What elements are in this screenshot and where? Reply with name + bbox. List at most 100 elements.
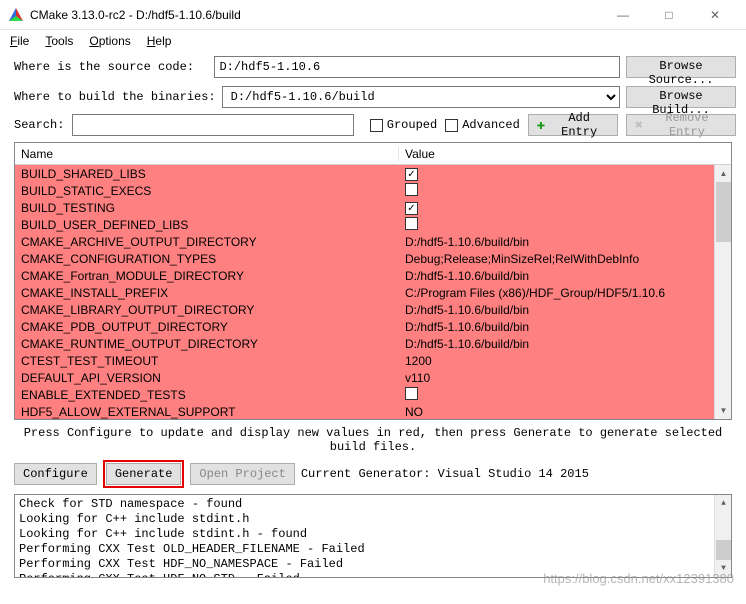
cell-value[interactable] <box>399 217 731 233</box>
browse-source-button[interactable]: Browse Source... <box>626 56 736 78</box>
cell-value[interactable]: C:/Program Files (x86)/HDF_Group/HDF5/1.… <box>399 286 731 300</box>
generate-highlight: Generate <box>103 460 185 488</box>
plus-icon: ✚ <box>537 117 545 134</box>
window-title: CMake 3.13.0-rc2 - D:/hdf5-1.10.6/build <box>30 8 600 22</box>
cell-value[interactable]: Debug;Release;MinSizeRel;RelWithDebInfo <box>399 252 731 266</box>
cell-name: CMAKE_ARCHIVE_OUTPUT_DIRECTORY <box>15 235 399 249</box>
table-row[interactable]: BUILD_TESTING ✓ <box>15 199 731 216</box>
table-body[interactable]: BUILD_SHARED_LIBS✓BUILD_STATIC_EXECSBUIL… <box>15 165 731 419</box>
remove-entry-button[interactable]: ✖Remove Entry <box>626 114 736 136</box>
scroll-down-icon[interactable]: ▼ <box>715 402 731 419</box>
grouped-checkbox[interactable]: Grouped <box>370 118 437 132</box>
configure-button[interactable]: Configure <box>14 463 97 485</box>
action-row: Configure Generate Open Project Current … <box>0 460 746 494</box>
grouped-label: Grouped <box>387 118 437 132</box>
maximize-button[interactable]: □ <box>646 1 692 29</box>
table-row[interactable]: CMAKE_INSTALL_PREFIXC:/Program Files (x8… <box>15 284 731 301</box>
browse-build-button[interactable]: Browse Build... <box>626 86 736 108</box>
table-row[interactable]: ENABLE_EXTENDED_TESTS <box>15 386 731 403</box>
table-row[interactable]: CMAKE_PDB_OUTPUT_DIRECTORYD:/hdf5-1.10.6… <box>15 318 731 335</box>
menu-help[interactable]: Help <box>147 34 172 48</box>
hint-text: Press Configure to update and display ne… <box>0 420 746 460</box>
build-row: Where to build the binaries: D:/hdf5-1.1… <box>0 82 746 112</box>
table-row[interactable]: DEFAULT_API_VERSIONv110 <box>15 369 731 386</box>
cell-name: CMAKE_CONFIGURATION_TYPES <box>15 252 399 266</box>
cell-name: BUILD_USER_DEFINED_LIBS <box>15 218 399 232</box>
vertical-scrollbar[interactable]: ▲ ▼ <box>714 165 731 419</box>
title-bar: CMake 3.13.0-rc2 - D:/hdf5-1.10.6/build … <box>0 0 746 30</box>
cell-value[interactable]: ✓ <box>399 200 731 216</box>
cell-name: ENABLE_EXTENDED_TESTS <box>15 388 399 402</box>
cell-value[interactable]: D:/hdf5-1.10.6/build/bin <box>399 320 731 334</box>
cell-value[interactable]: 1200 <box>399 354 731 368</box>
window-buttons: — □ ✕ <box>600 1 738 29</box>
source-input[interactable] <box>214 56 620 78</box>
current-generator-label: Current Generator: Visual Studio 14 2015 <box>301 467 589 481</box>
table-row[interactable]: CTEST_TEST_TIMEOUT1200 <box>15 352 731 369</box>
add-entry-button[interactable]: ✚Add Entry <box>528 114 618 136</box>
output-log[interactable]: Check for STD namespace - foundLooking f… <box>14 494 732 578</box>
source-label: Where is the source code: <box>14 60 208 74</box>
cross-icon: ✖ <box>635 118 643 133</box>
scroll-down-icon[interactable]: ▼ <box>715 560 732 577</box>
checkbox-icon[interactable] <box>405 387 418 400</box>
checkbox-icon[interactable]: ✓ <box>405 168 418 181</box>
col-value[interactable]: Value <box>399 147 731 161</box>
cell-name: BUILD_SHARED_LIBS <box>15 167 399 181</box>
cell-name: CMAKE_Fortran_MODULE_DIRECTORY <box>15 269 399 283</box>
col-name[interactable]: Name <box>15 147 399 161</box>
table-row[interactable]: BUILD_USER_DEFINED_LIBS <box>15 216 731 233</box>
checkbox-icon[interactable]: ✓ <box>405 202 418 215</box>
cache-table: Name Value BUILD_SHARED_LIBS✓BUILD_STATI… <box>14 142 732 420</box>
build-label: Where to build the binaries: <box>14 90 216 104</box>
search-input[interactable] <box>72 114 353 136</box>
table-row[interactable]: BUILD_STATIC_EXECS <box>15 182 731 199</box>
cell-name: BUILD_TESTING <box>15 201 399 215</box>
menu-tools[interactable]: Tools <box>45 34 73 48</box>
open-project-button[interactable]: Open Project <box>190 463 294 485</box>
table-row[interactable]: CMAKE_ARCHIVE_OUTPUT_DIRECTORYD:/hdf5-1.… <box>15 233 731 250</box>
cell-value[interactable]: D:/hdf5-1.10.6/build/bin <box>399 269 731 283</box>
menu-bar: File Tools Options Help <box>0 30 746 52</box>
cell-value[interactable]: D:/hdf5-1.10.6/build/bin <box>399 337 731 351</box>
log-line: Performing CXX Test HDF_NO_NAMESPACE - F… <box>19 557 727 572</box>
table-row[interactable]: CMAKE_CONFIGURATION_TYPESDebug;Release;M… <box>15 250 731 267</box>
menu-file[interactable]: File <box>10 34 29 48</box>
cmake-logo-icon <box>8 7 24 23</box>
cell-value[interactable] <box>399 387 731 403</box>
source-row: Where is the source code: Browse Source.… <box>0 52 746 82</box>
table-row[interactable]: HDF5_ALLOW_EXTERNAL_SUPPORTNO <box>15 403 731 419</box>
table-row[interactable]: CMAKE_RUNTIME_OUTPUT_DIRECTORYD:/hdf5-1.… <box>15 335 731 352</box>
cell-value[interactable]: v110 <box>399 371 731 385</box>
close-button[interactable]: ✕ <box>692 1 738 29</box>
minimize-button[interactable]: — <box>600 1 646 29</box>
log-line: Performing CXX Test OLD_HEADER_FILENAME … <box>19 542 727 557</box>
cell-value[interactable] <box>399 183 731 199</box>
scroll-thumb[interactable] <box>716 182 731 242</box>
build-input[interactable]: D:/hdf5-1.10.6/build <box>222 86 620 108</box>
menu-options[interactable]: Options <box>89 34 130 48</box>
cell-name: CTEST_TEST_TIMEOUT <box>15 354 399 368</box>
table-row[interactable]: BUILD_SHARED_LIBS ✓ <box>15 165 731 182</box>
cell-value[interactable]: D:/hdf5-1.10.6/build/bin <box>399 303 731 317</box>
scroll-up-icon[interactable]: ▲ <box>715 165 731 182</box>
scroll-thumb[interactable] <box>716 540 731 560</box>
log-line: Looking for C++ include stdint.h <box>19 512 727 527</box>
cell-value[interactable]: D:/hdf5-1.10.6/build/bin <box>399 235 731 249</box>
log-line: Check for STD namespace - found <box>19 497 727 512</box>
cell-value[interactable]: NO <box>399 405 731 419</box>
table-row[interactable]: CMAKE_LIBRARY_OUTPUT_DIRECTORYD:/hdf5-1.… <box>15 301 731 318</box>
cell-name: DEFAULT_API_VERSION <box>15 371 399 385</box>
cell-value[interactable]: ✓ <box>399 166 731 182</box>
table-row[interactable]: CMAKE_Fortran_MODULE_DIRECTORYD:/hdf5-1.… <box>15 267 731 284</box>
advanced-checkbox[interactable]: Advanced <box>445 118 520 132</box>
checkbox-icon[interactable] <box>405 217 418 230</box>
checkbox-icon[interactable] <box>405 183 418 196</box>
cell-name: CMAKE_PDB_OUTPUT_DIRECTORY <box>15 320 399 334</box>
log-line: Looking for C++ include stdint.h - found <box>19 527 727 542</box>
log-scrollbar[interactable]: ▲ ▼ <box>714 495 731 577</box>
scroll-up-icon[interactable]: ▲ <box>715 495 732 512</box>
table-header: Name Value <box>15 143 731 165</box>
advanced-label: Advanced <box>462 118 520 132</box>
generate-button[interactable]: Generate <box>106 463 182 485</box>
